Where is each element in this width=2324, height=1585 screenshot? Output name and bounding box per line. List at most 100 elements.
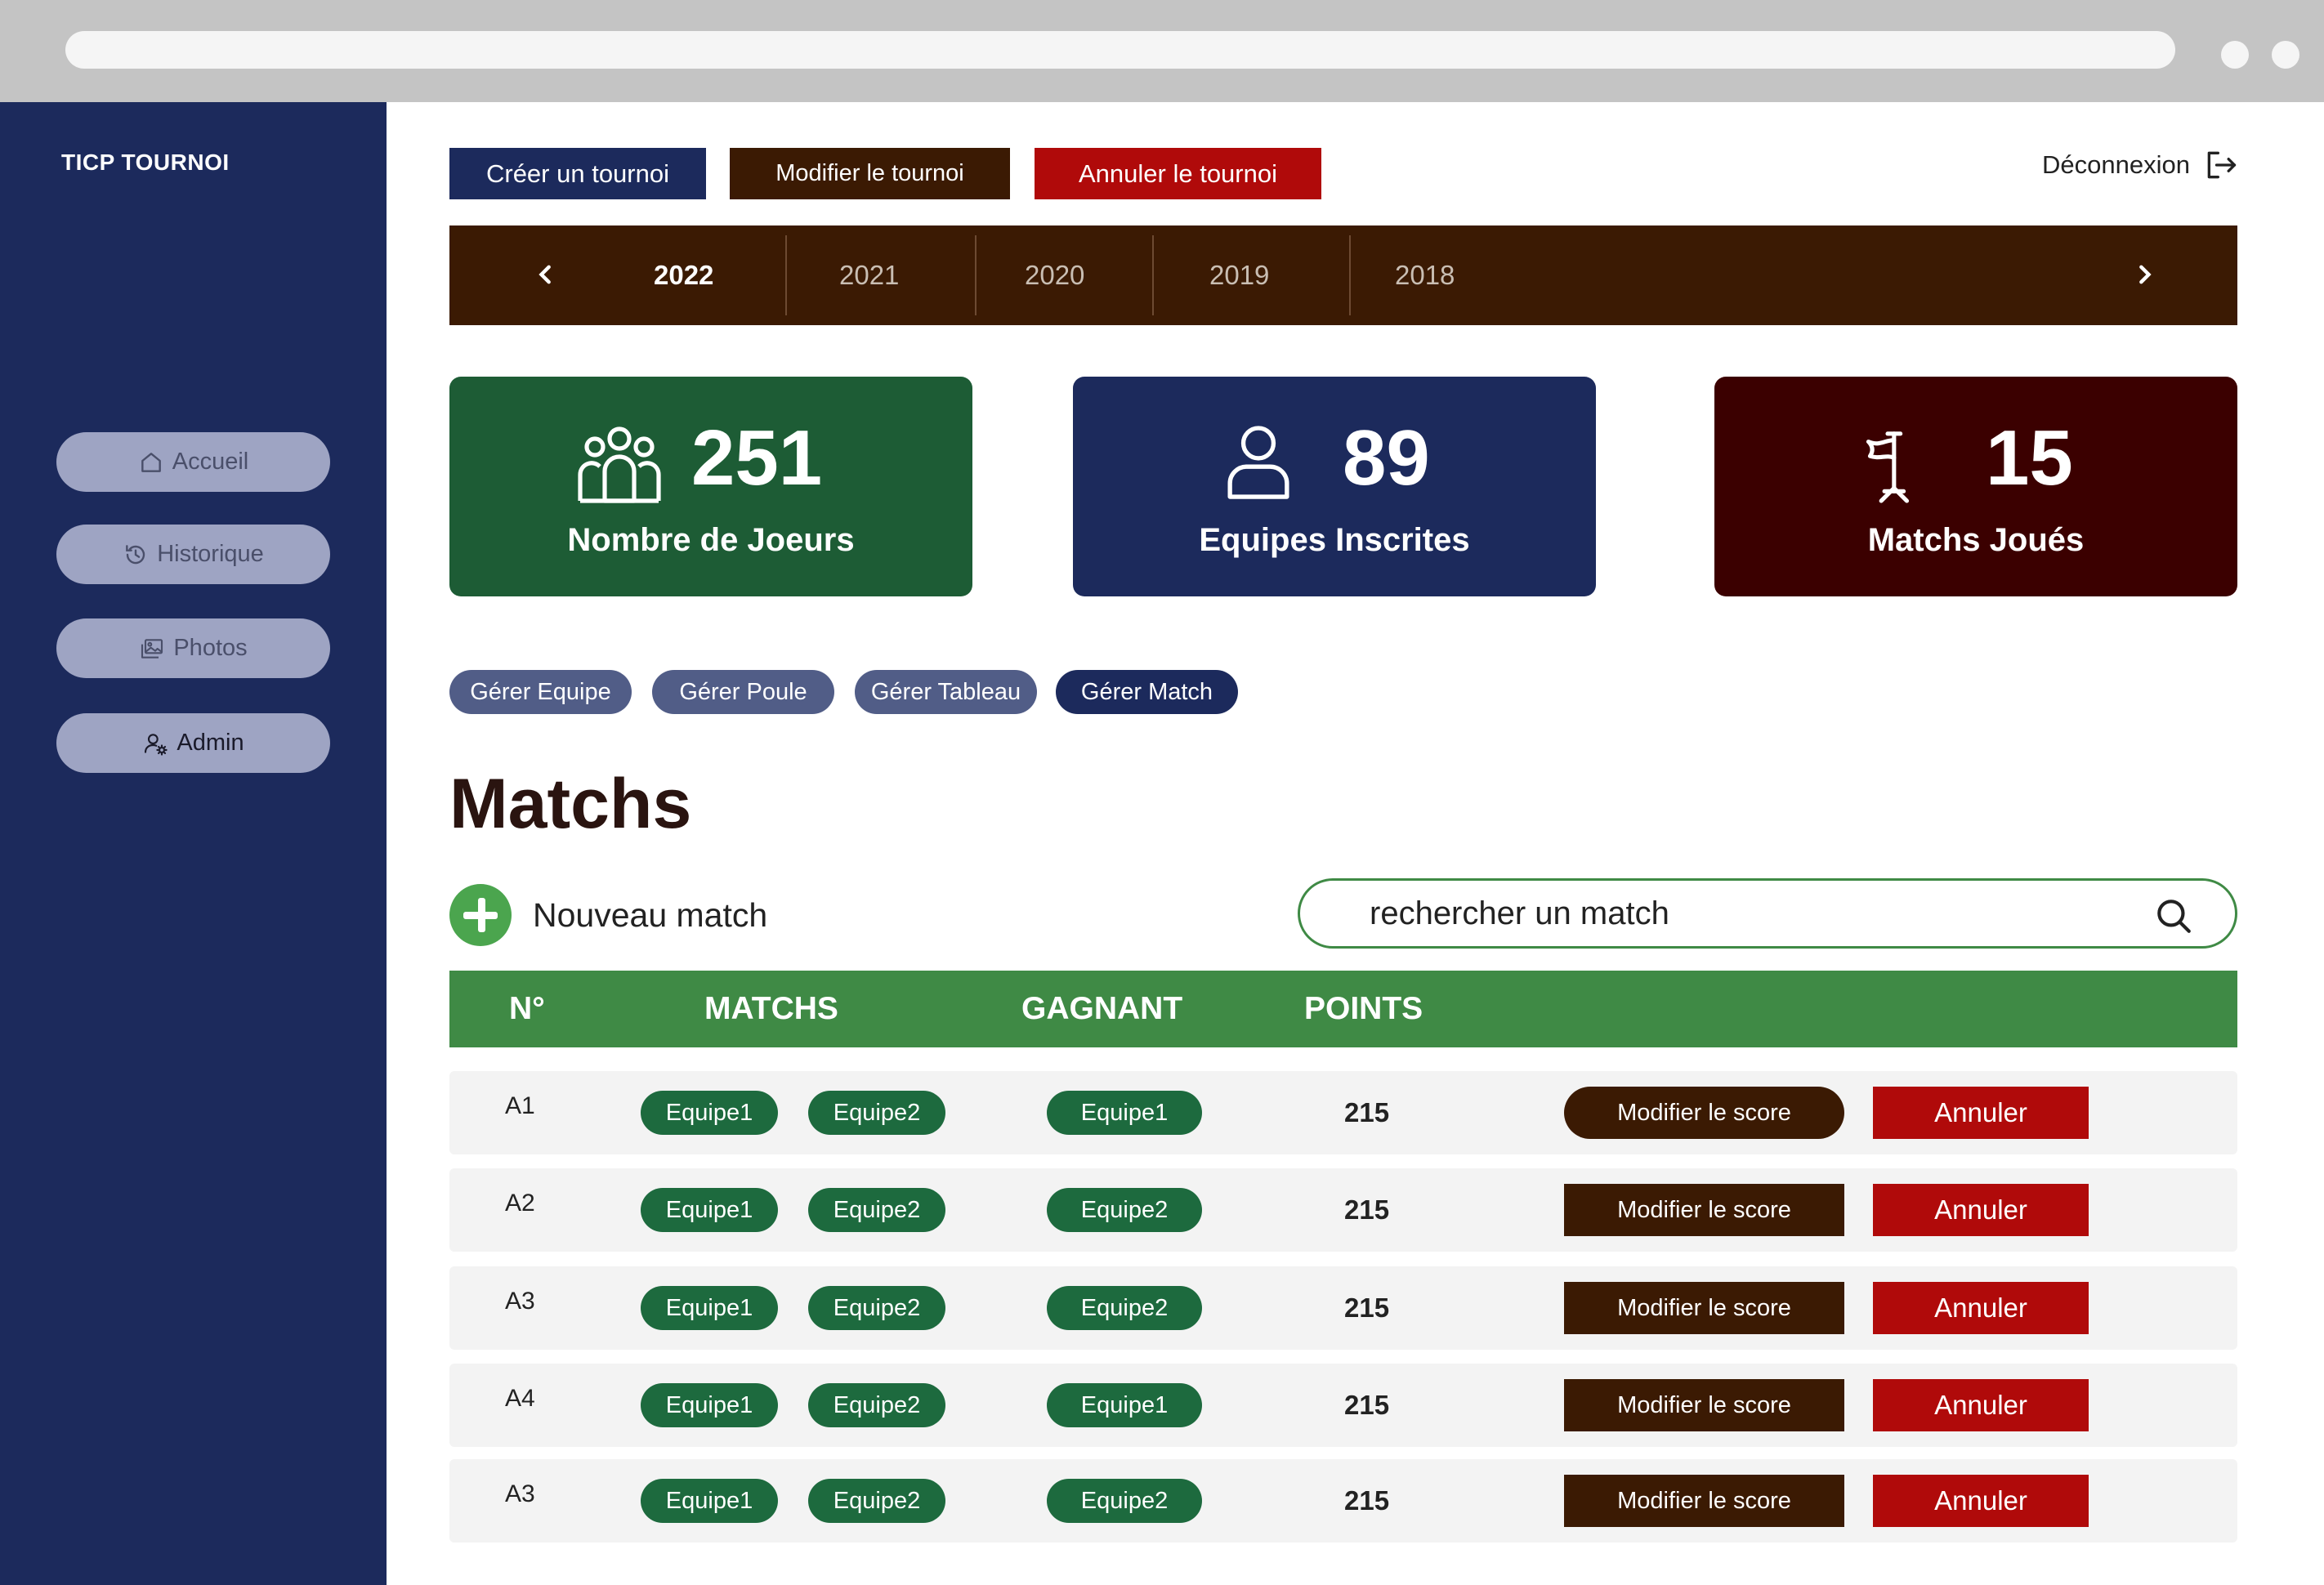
- new-match-button[interactable]: Nouveau match: [449, 884, 767, 946]
- winner-tag: Equipe1: [1047, 1383, 1202, 1427]
- match-number: A3: [505, 1288, 535, 1315]
- team-tag: Equipe2: [808, 1188, 945, 1232]
- sidebar: TICP TOURNOI Accueil Historique Photos A…: [0, 102, 387, 1585]
- search-box: [1298, 878, 2237, 949]
- match-number: A3: [505, 1480, 535, 1507]
- stat-value: 89: [1343, 414, 1430, 502]
- table-row: A1 Equipe1 Equipe2 Equipe1 215 Modifier …: [449, 1071, 2237, 1154]
- filter-manage-team[interactable]: Gérer Equipe: [449, 670, 632, 714]
- modify-score-button[interactable]: Modifier le score: [1564, 1282, 1844, 1334]
- year-divider: [785, 235, 787, 315]
- stat-label: Equipes Inscrites: [1199, 522, 1470, 558]
- modify-score-button[interactable]: Modifier le score: [1564, 1475, 1844, 1527]
- sidebar-item-label: Admin: [177, 730, 244, 756]
- team-tag: Equipe2: [808, 1286, 945, 1330]
- photos-icon: [141, 638, 163, 659]
- modify-score-button[interactable]: Modifier le score: [1564, 1184, 1844, 1236]
- modify-score-button[interactable]: Modifier le score: [1564, 1087, 1844, 1139]
- stat-label: Matchs Joués: [1867, 522, 2085, 558]
- browser-chrome: [0, 0, 2324, 102]
- year-selector: 2022 2021 2020 2019 2018: [449, 225, 2237, 325]
- cancel-tournament-button[interactable]: Annuler le tournoi: [1035, 148, 1321, 199]
- page-title: Matchs: [449, 765, 692, 843]
- year-divider: [1152, 235, 1154, 315]
- window-control-dot[interactable]: [2272, 41, 2299, 69]
- team-tag: Equipe1: [641, 1286, 778, 1330]
- chevron-right-icon[interactable]: [2126, 257, 2162, 292]
- cancel-match-button[interactable]: Annuler: [1873, 1087, 2089, 1139]
- table-row: A3 Equipe1 Equipe2 Equipe2 215 Modifier …: [449, 1459, 2237, 1543]
- sidebar-item-admin[interactable]: Admin: [56, 713, 330, 773]
- year-tab-2022[interactable]: 2022: [654, 225, 713, 325]
- match-number: A4: [505, 1385, 535, 1412]
- sidebar-item-historique[interactable]: Historique: [56, 525, 330, 584]
- admin-user-gear-icon: [145, 733, 168, 756]
- cancel-match-button[interactable]: Annuler: [1873, 1282, 2089, 1334]
- sidebar-item-photos[interactable]: Photos: [56, 618, 330, 678]
- stat-label: Nombre de Joeurs: [567, 522, 855, 558]
- group-icon: [578, 426, 661, 503]
- cancel-match-button[interactable]: Annuler: [1873, 1379, 2089, 1431]
- year-tab-2021[interactable]: 2021: [839, 225, 899, 325]
- column-header-points: POINTS: [1304, 991, 1423, 1026]
- year-tab-2020[interactable]: 2020: [1025, 225, 1084, 325]
- modify-score-button[interactable]: Modifier le score: [1564, 1379, 1844, 1431]
- new-match-label: Nouveau match: [533, 895, 768, 934]
- table-row: A2 Equipe1 Equipe2 Equipe2 215 Modifier …: [449, 1168, 2237, 1252]
- stat-card-players: 251 Nombre de Joeurs: [449, 377, 972, 596]
- winner-tag: Equipe2: [1047, 1479, 1202, 1523]
- team-tag: Equipe2: [808, 1383, 945, 1427]
- user-icon: [1227, 426, 1289, 499]
- sidebar-item-accueil[interactable]: Accueil: [56, 432, 330, 492]
- home-icon: [141, 452, 161, 472]
- points-value: 215: [1344, 1194, 1390, 1225]
- stat-value: 15: [1986, 414, 2073, 502]
- plus-icon: [449, 884, 512, 946]
- year-tab-2019[interactable]: 2019: [1209, 225, 1269, 325]
- team-tag: Equipe1: [641, 1091, 778, 1135]
- points-value: 215: [1344, 1097, 1390, 1127]
- sidebar-item-label: Historique: [157, 541, 264, 567]
- points-value: 215: [1344, 1390, 1390, 1420]
- winner-tag: Equipe2: [1047, 1286, 1202, 1330]
- filter-manage-board[interactable]: Gérer Tableau: [855, 670, 1037, 714]
- filter-manage-match[interactable]: Gérer Match: [1056, 670, 1238, 714]
- window-control-dot[interactable]: [2221, 41, 2249, 69]
- column-header-number: N°: [509, 991, 545, 1026]
- modify-tournament-button[interactable]: Modifier le tournoi: [730, 148, 1010, 199]
- team-tag: Equipe1: [641, 1188, 778, 1232]
- stat-card-matches: 15 Matchs Joués: [1714, 377, 2237, 596]
- column-header-matches: MATCHS: [704, 991, 838, 1026]
- table-row: A4 Equipe1 Equipe2 Equipe1 215 Modifier …: [449, 1364, 2237, 1447]
- winner-tag: Equipe2: [1047, 1188, 1202, 1232]
- sidebar-item-label: Photos: [173, 635, 248, 661]
- cancel-match-button[interactable]: Annuler: [1873, 1475, 2089, 1527]
- chevron-left-icon[interactable]: [528, 257, 564, 292]
- team-tag: Equipe2: [808, 1479, 945, 1523]
- team-tag: Equipe1: [641, 1479, 778, 1523]
- year-tab-2018[interactable]: 2018: [1395, 225, 1455, 325]
- year-divider: [975, 235, 977, 315]
- match-number: A2: [505, 1190, 535, 1217]
- search-icon[interactable]: [2153, 895, 2194, 936]
- logout-icon: [2207, 151, 2237, 179]
- brand-title: TICP TOURNOI: [61, 150, 230, 175]
- table-header: N° MATCHS GAGNANT POINTS: [449, 971, 2237, 1047]
- logout-button[interactable]: Déconnexion: [2042, 147, 2239, 183]
- column-header-winner: GAGNANT: [1021, 991, 1183, 1026]
- match-number: A1: [505, 1092, 535, 1119]
- points-value: 215: [1344, 1293, 1390, 1323]
- winner-tag: Equipe1: [1047, 1091, 1202, 1135]
- table-row: A3 Equipe1 Equipe2 Equipe2 215 Modifier …: [449, 1266, 2237, 1350]
- stat-card-teams: 89 Equipes Inscrites: [1073, 377, 1596, 596]
- sidebar-item-label: Accueil: [172, 449, 249, 475]
- address-bar[interactable]: [65, 31, 2175, 69]
- logout-label: Déconnexion: [2042, 150, 2190, 179]
- flag-icon: [1866, 431, 1910, 503]
- search-input[interactable]: [1370, 891, 2105, 936]
- create-tournament-button[interactable]: Créer un tournoi: [449, 148, 706, 199]
- history-icon: [126, 544, 145, 564]
- filter-manage-pool[interactable]: Gérer Poule: [652, 670, 834, 714]
- year-divider: [1349, 235, 1351, 315]
- cancel-match-button[interactable]: Annuler: [1873, 1184, 2089, 1236]
